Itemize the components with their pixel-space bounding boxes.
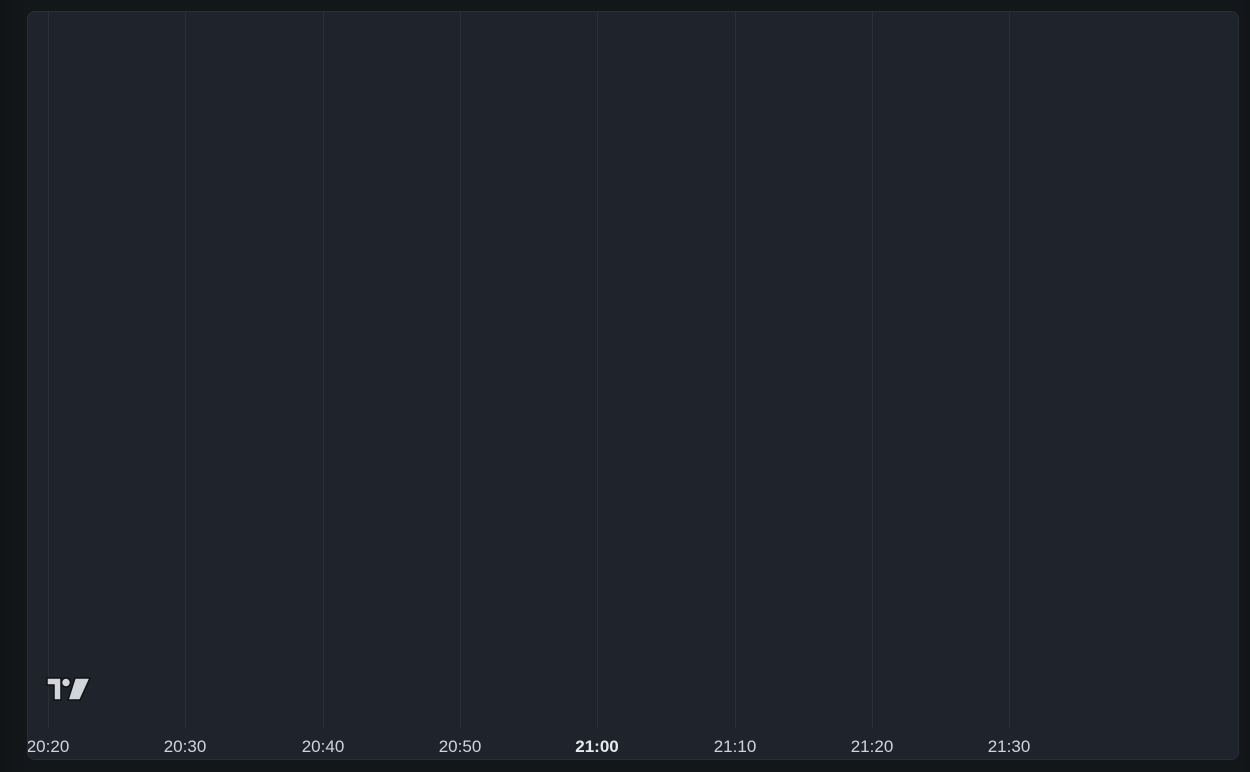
x-tick-label-2100: 21:00 [575, 737, 619, 756]
x-tick-label-2110: 21:10 [713, 737, 757, 756]
x-tick-label-2040: 20:40 [301, 737, 345, 756]
grid-line-2030 [185, 12, 186, 728]
grid-line-2110 [735, 12, 736, 728]
grid-line-2120 [872, 12, 873, 728]
grid-line-2050 [460, 12, 461, 728]
grid-line-2020 [48, 12, 49, 728]
grid-line-2040 [323, 12, 324, 728]
x-tick-label-2030: 20:30 [163, 737, 207, 756]
x-tick-label-2050: 20:50 [438, 737, 482, 756]
x-tick-label-2120: 21:20 [850, 737, 894, 756]
x-tick-label-2020: 20:20 [27, 737, 70, 756]
grid-line-2100 [597, 12, 598, 728]
grid-line-2130 [1009, 12, 1010, 728]
chart-panel[interactable]: 20:20 20:30 20:40 20:50 21:00 21:10 21:20 21:30 [27, 11, 1239, 760]
chart-plot-area[interactable] [28, 12, 1238, 728]
x-tick-label-2130: 21:30 [987, 737, 1031, 756]
tradingview-logo-icon[interactable] [45, 675, 92, 703]
time-axis[interactable]: 20:20 20:30 20:40 20:50 21:00 21:10 21:20 21:30 [27, 728, 1238, 759]
